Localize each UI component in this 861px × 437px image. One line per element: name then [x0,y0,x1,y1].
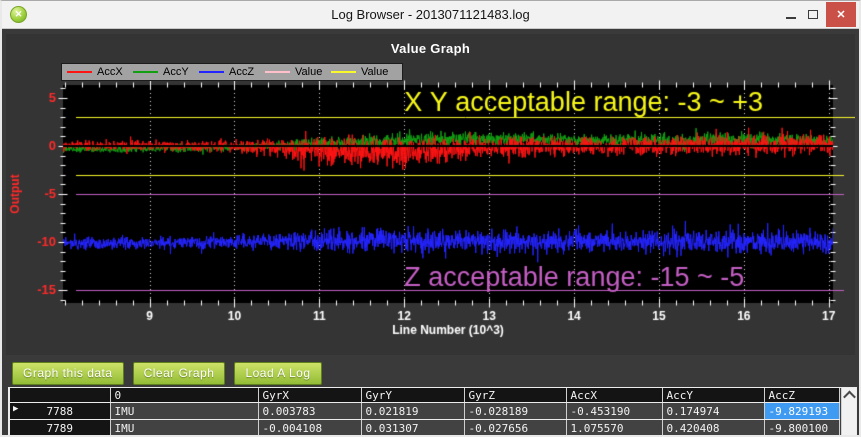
value-graph-canvas[interactable] [6,34,855,355]
legend-label: Value [295,67,322,78]
chart-legend: AccX AccY AccZ Value Value [61,63,403,81]
clear-graph-button[interactable]: Clear Graph [133,362,226,385]
row-number: 7788 [47,405,74,418]
minimize-button[interactable] [780,2,802,27]
table-cell[interactable]: -0.028189 [464,403,566,420]
graph-this-data-button[interactable]: Graph this data [12,362,124,385]
close-button[interactable]: ✕ [826,2,856,27]
table-cell[interactable]: IMU [110,420,258,437]
table-row-7789: 7789 IMU-0.0041080.031307-0.0276561.07557… [10,420,839,437]
legend-item-value-4: Value [331,67,397,78]
table-cell[interactable]: IMU [110,403,258,420]
legend-line-icon [331,71,356,73]
legend-item-accz-2: AccZ [199,67,265,78]
legend-label: AccY [163,67,189,78]
table-header-row: 0GyrXGyrYGyrZAccXAccYAccZ [10,388,839,403]
row-header-7789[interactable]: 7789 [10,420,110,437]
legend-line-icon [67,71,92,73]
scrollbar-up-button[interactable] [842,388,856,403]
chart-title: Value Graph [6,41,855,56]
table-scrollbar[interactable] [841,388,856,435]
table-cell[interactable]: -0.453190 [566,403,662,420]
load-a-log-button[interactable]: Load A Log [234,362,321,385]
current-row-marker-icon: ▶ [13,404,18,414]
legend-item-accy-1: AccY [133,67,199,78]
legend-line-icon [133,71,158,73]
data-table: 0GyrXGyrYGyrZAccXAccYAccZ▶7788IMU0.00378… [10,388,840,436]
column-header-GyrY[interactable]: GyrY [361,388,464,403]
value-graph-panel: Value Graph AccX AccY AccZ Value Value [6,34,855,355]
maximize-icon [808,10,818,19]
row-number: 7789 [47,422,74,435]
title-bar[interactable]: ✕ Log Browser - 2013071121483.log ✕ [2,1,859,29]
legend-line-icon [265,71,290,73]
column-header-GyrX[interactable]: GyrX [258,388,361,403]
table-cell[interactable]: 1.075570 [566,420,662,437]
legend-label: Value [361,67,388,78]
window-controls: ✕ [780,1,859,28]
app-icon: ✕ [10,6,27,23]
toolbar: Graph this data Clear Graph Load A Log [12,362,322,385]
table-cell[interactable]: 0.003783 [258,403,361,420]
column-header-AccX[interactable]: AccX [566,388,662,403]
table-cell[interactable]: -9.800100 [764,420,839,437]
table-cell[interactable]: 0.031307 [361,420,464,437]
window-title: Log Browser - 2013071121483.log [2,7,859,22]
close-icon: ✕ [836,8,845,21]
table-cell[interactable]: 0.420408 [662,420,764,437]
log-browser-window: ✕ Log Browser - 2013071121483.log ✕ Valu… [0,0,861,437]
column-header-AccZ[interactable]: AccZ [764,388,839,403]
client-area: Value Graph AccXAccYAccZValueValue Graph… [2,29,859,436]
column-header-GyrZ[interactable]: GyrZ [464,388,566,403]
legend-item-value-3: Value [265,67,331,78]
table-cell-selected[interactable]: -9.829193 [764,403,839,420]
legend-line-icon [199,71,224,73]
table-cell[interactable]: 0.174974 [662,403,764,420]
minimize-icon [786,17,796,19]
data-table-container: 0GyrXGyrYGyrZAccXAccYAccZ▶7788IMU0.00378… [8,387,857,436]
chevron-up-icon [843,391,856,404]
legend-label: AccX [97,67,123,78]
column-header-blank[interactable] [10,388,110,403]
maximize-button[interactable] [802,2,824,27]
legend-label: AccZ [229,67,254,78]
table-cell[interactable]: 0.021819 [361,403,464,420]
table-cell[interactable]: -0.004108 [258,420,361,437]
table-cell[interactable]: -0.027656 [464,420,566,437]
app-icon-glyph: ✕ [15,9,23,20]
row-header-7788[interactable]: ▶ 7788 [10,403,110,420]
legend-item-accx-0: AccX [67,67,133,78]
column-header-AccY[interactable]: AccY [662,388,764,403]
column-header-0[interactable]: 0 [110,388,258,403]
table-row-7788: ▶ 7788 IMU0.0037830.021819-0.028189-0.4531… [10,403,839,420]
